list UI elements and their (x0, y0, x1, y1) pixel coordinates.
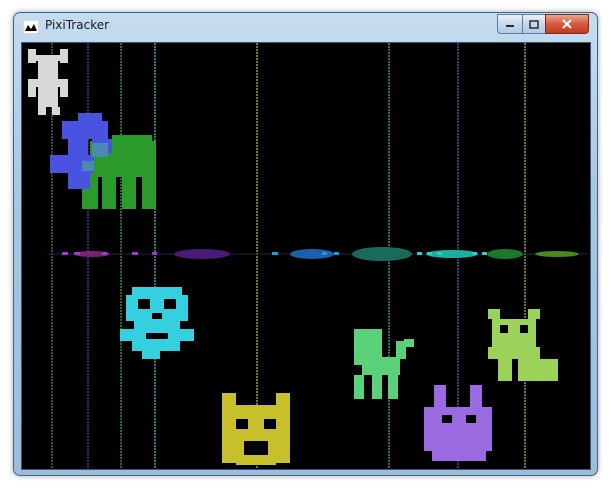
title-bar[interactable]: PixiTracker (14, 13, 597, 41)
window-title: PixiTracker (45, 18, 110, 32)
close-button[interactable] (545, 14, 589, 34)
app-icon (23, 20, 39, 34)
maximize-button[interactable] (522, 14, 545, 34)
visualization (28, 43, 587, 469)
lime-creature-sprite (488, 309, 558, 381)
cyan-skull-sprite (120, 287, 194, 359)
minimize-button[interactable] (497, 14, 522, 34)
purple-blob-sprite (424, 385, 492, 461)
minimize-icon (506, 25, 514, 27)
green-dog-sprite (354, 329, 414, 399)
tracker-canvas[interactable] (21, 42, 591, 470)
window-controls (497, 14, 589, 34)
wave-line (47, 247, 587, 261)
white-robot-sprite (28, 49, 68, 115)
close-icon (562, 19, 572, 29)
app-window: PixiTracker (13, 12, 598, 476)
maximize-icon (529, 19, 539, 29)
